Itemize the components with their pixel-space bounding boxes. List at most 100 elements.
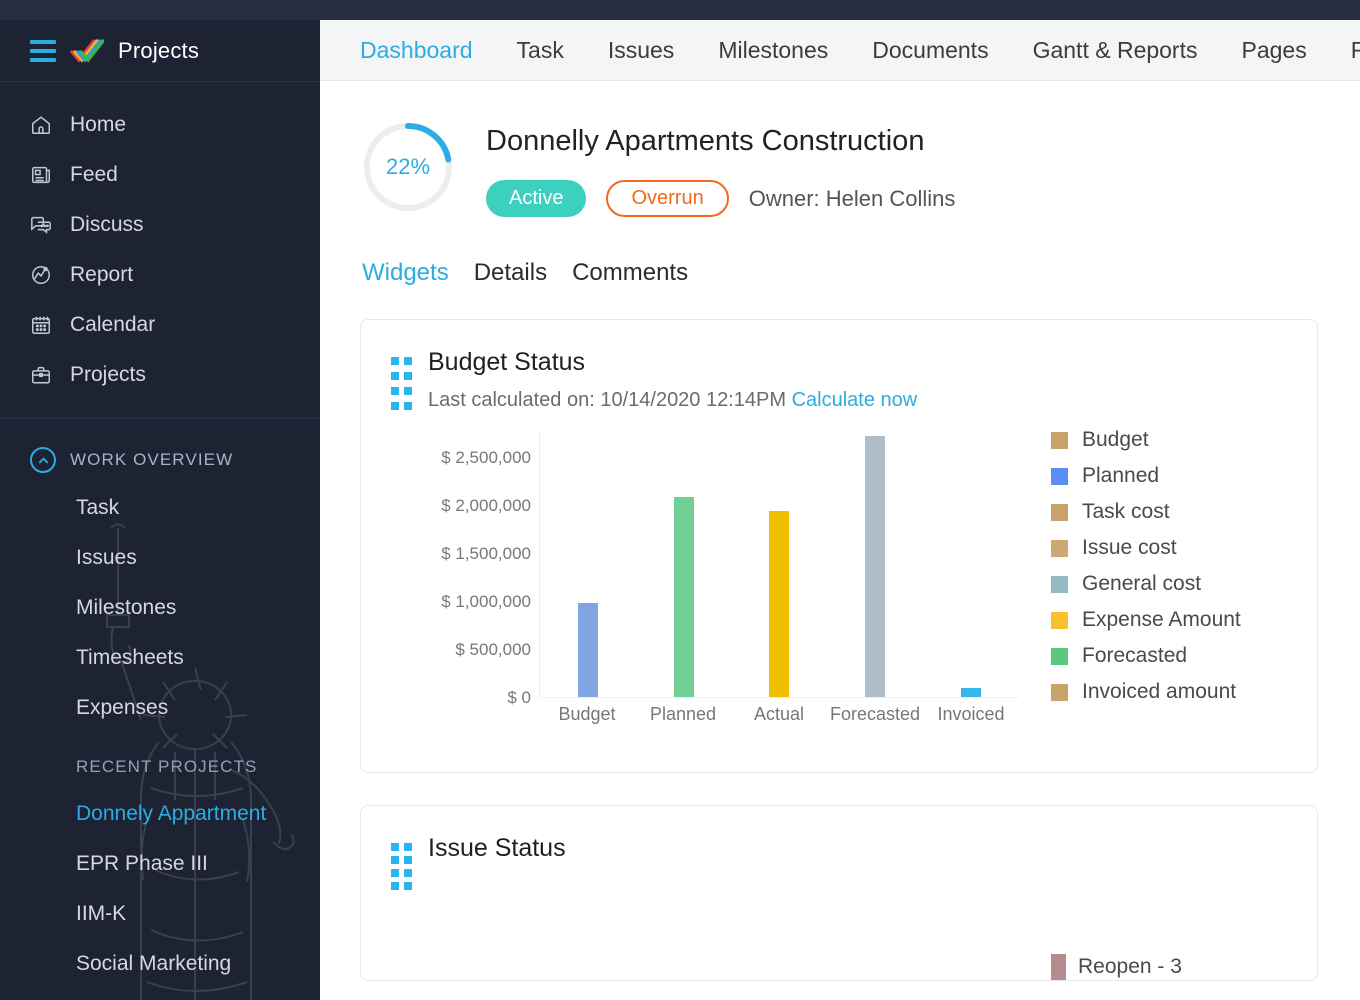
sidebar-item-feed[interactable]: Feed: [0, 150, 320, 200]
chart-bars: [540, 434, 1019, 697]
subtab-comments[interactable]: Comments: [572, 259, 688, 287]
tab-issues[interactable]: Issues: [608, 37, 674, 64]
chart-x-tick: Forecasted: [829, 704, 921, 724]
project-owner: Owner: Helen Collins: [748, 185, 956, 211]
tab-finance[interactable]: Finan: [1351, 37, 1360, 64]
sidebar-project-social-marketing[interactable]: Social Marketing: [0, 939, 320, 989]
sidebar-item-projects[interactable]: Projects: [0, 350, 320, 400]
feed-icon: [32, 166, 50, 184]
budget-widget-title: Budget Status: [428, 348, 586, 376]
sidebar-item-calendar[interactable]: Calendar: [0, 300, 320, 350]
chart-x-tick: Actual: [753, 704, 805, 724]
chart-bar[interactable]: [577, 602, 598, 697]
zoho-check-logo: [70, 38, 104, 63]
legend-swatch: [1051, 503, 1068, 521]
calculate-now-link[interactable]: Calculate now: [792, 389, 918, 411]
legend-item[interactable]: Expense Amount: [1051, 602, 1241, 638]
chart-bar[interactable]: [961, 688, 982, 697]
legend-item[interactable]: Task cost: [1051, 494, 1241, 530]
subtab-widgets[interactable]: Widgets: [362, 259, 449, 287]
sidebar: Projects Home Feed Discuss Report Calend…: [0, 20, 320, 1000]
home-icon: [32, 116, 50, 134]
sidebar-sub-label: Social Marketing: [76, 952, 232, 975]
chart-bar-column: [923, 434, 1019, 697]
tab-gantt-reports[interactable]: Gantt & Reports: [1033, 37, 1198, 64]
budget-widget-header: Budget Status Last calculated on: 10/14/…: [361, 320, 1317, 412]
issue-widget-title: Issue Status: [428, 834, 566, 862]
sidebar-item-home[interactable]: Home: [0, 100, 320, 150]
sidebar-item-discuss[interactable]: Discuss: [0, 200, 320, 250]
sidebar-item-timesheets[interactable]: Timesheets: [0, 633, 320, 683]
sidebar-sub-label: Donnely Appartment: [76, 802, 267, 825]
legend-label: General cost: [1082, 572, 1202, 595]
sidebar-sub-label: EPR Phase III: [76, 852, 208, 875]
legend-item[interactable]: Issue cost: [1051, 530, 1241, 566]
sidebar-section-recent-projects: RECENT PROJECTS: [76, 757, 258, 776]
sidebar-item-label: Calendar: [70, 313, 156, 336]
sidebar-project-donnely-appartment[interactable]: Donnely Appartment: [0, 789, 320, 839]
sidebar-item-expenses[interactable]: Expenses: [0, 683, 320, 733]
tab-task[interactable]: Task: [517, 37, 564, 64]
main-tabbar: Dashboard Task Issues Milestones Documen…: [320, 20, 1360, 81]
sidebar-header: Projects: [0, 20, 320, 82]
sidebar-item-report[interactable]: Report: [0, 250, 320, 300]
sidebar-item-label: Report: [70, 263, 134, 286]
chart-bar-column: [636, 434, 732, 697]
chart-bar-column: [827, 434, 923, 697]
discuss-icon: [31, 216, 51, 234]
status-badge[interactable]: Active: [486, 180, 587, 217]
legend-swatch: [1051, 467, 1068, 485]
tab-milestones[interactable]: Milestones: [718, 37, 828, 64]
chart-y-tick: $ 2,500,000: [441, 448, 531, 467]
chart-y-tick: $ 1,000,000: [441, 592, 531, 611]
legend-swatch: [1051, 431, 1068, 449]
sidebar-project-iim-k[interactable]: IIM-K: [0, 889, 320, 939]
drag-grid-icon[interactable]: [391, 357, 412, 412]
main-content: 22% Donnelly Apartments Construction Act…: [320, 81, 1360, 981]
sidebar-project-epr-phase-iii[interactable]: EPR Phase III: [0, 839, 320, 889]
sidebar-item-issues[interactable]: Issues: [0, 533, 320, 583]
issue-chart-legend: Reopen - 3: [361, 954, 1317, 980]
widget-subtabs: Widgets Details Comments: [362, 259, 1360, 287]
chart-bar-column: [540, 434, 636, 697]
legend-swatch-reopen: [1051, 954, 1066, 980]
tab-documents[interactable]: Documents: [872, 37, 988, 64]
legend-swatch: [1051, 575, 1068, 593]
chart-bar-column: [732, 434, 828, 697]
hamburger-icon[interactable]: [30, 39, 56, 62]
sidebar-item-milestones[interactable]: Milestones: [0, 583, 320, 633]
legend-item[interactable]: Budget: [1051, 422, 1241, 458]
legend-item[interactable]: Planned: [1051, 458, 1241, 494]
sidebar-sub-label: Timesheets: [76, 646, 184, 669]
legend-item[interactable]: General cost: [1051, 566, 1241, 602]
legend-item[interactable]: Forecasted: [1051, 638, 1241, 674]
sidebar-item-task[interactable]: Task: [0, 483, 320, 533]
last-calculated-text: Last calculated on: 10/14/2020 12:14PM: [428, 389, 787, 411]
legend-item[interactable]: Invoiced amount: [1051, 674, 1241, 710]
chart-bar[interactable]: [769, 510, 790, 697]
project-meta: Active Overrun Owner: Helen Collins: [486, 180, 955, 217]
sidebar-sub-label: Milestones: [76, 596, 177, 619]
legend-swatch: [1051, 611, 1068, 629]
legend-label: Task cost: [1082, 500, 1170, 523]
briefcase-icon: [32, 366, 50, 384]
tab-dashboard[interactable]: Dashboard: [360, 37, 473, 64]
chart-bar[interactable]: [673, 497, 694, 697]
legend-label-reopen: Reopen - 3: [1078, 955, 1182, 978]
subtab-details[interactable]: Details: [474, 259, 547, 287]
progress-ring: 22%: [360, 119, 456, 215]
chart-y-tick: $ 0: [507, 688, 531, 707]
sidebar-section-work-overview[interactable]: WORK OVERVIEW: [0, 419, 320, 483]
sidebar-sub-label: Issues: [76, 546, 137, 569]
budget-widget-subtitle: Last calculated on: 10/14/2020 12:14PM C…: [428, 389, 917, 412]
main-panel: Dashboard Task Issues Milestones Documen…: [320, 20, 1360, 1000]
chart-bar[interactable]: [865, 435, 886, 697]
legend-swatch: [1051, 683, 1068, 701]
legend-swatch: [1051, 647, 1068, 665]
overrun-badge[interactable]: Overrun: [606, 180, 729, 217]
tab-pages[interactable]: Pages: [1242, 37, 1307, 64]
sidebar-nav: Home Feed Discuss Report Calendar Projec…: [0, 82, 320, 400]
sidebar-sub-label: IIM-K: [76, 902, 127, 925]
budget-status-widget: Budget Status Last calculated on: 10/14/…: [360, 319, 1318, 773]
drag-grid-icon[interactable]: [391, 843, 412, 890]
